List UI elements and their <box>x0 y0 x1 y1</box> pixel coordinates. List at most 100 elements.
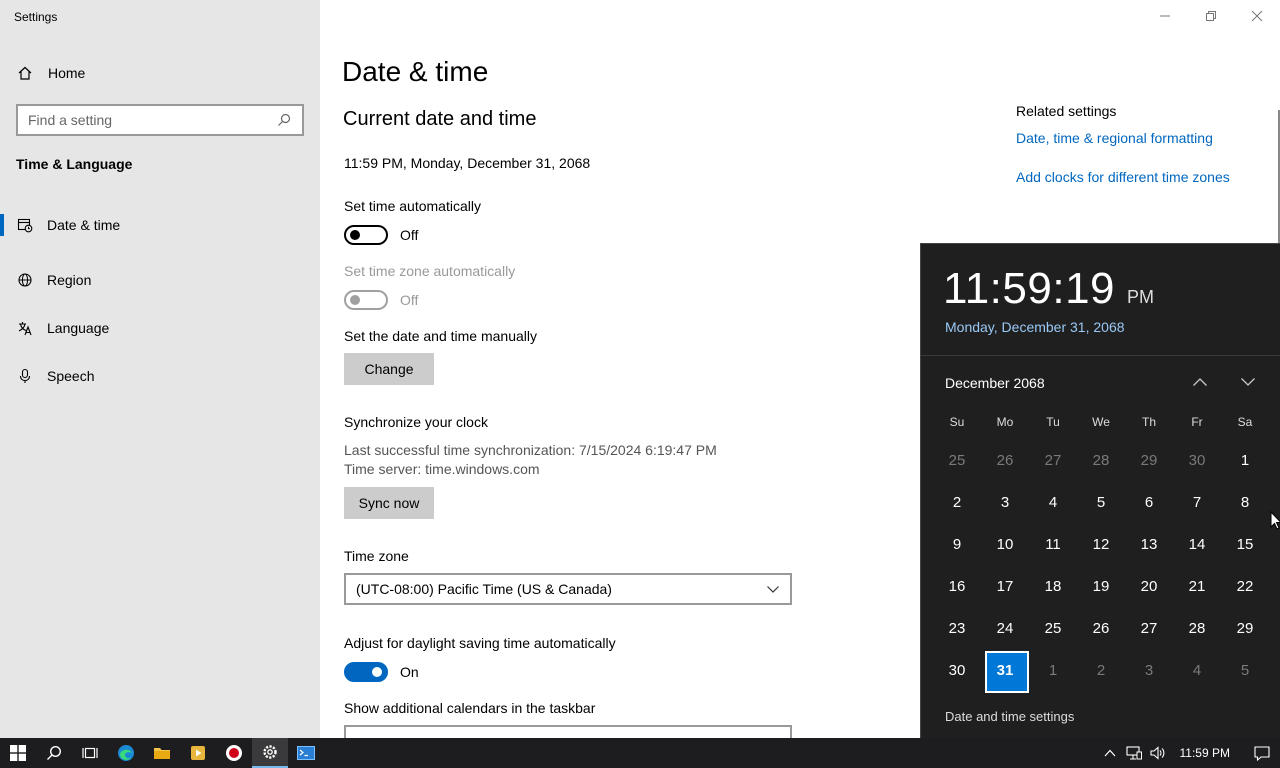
calendar-day[interactable]: 5 <box>1077 481 1125 523</box>
calendar-day[interactable]: 11 <box>1029 523 1077 565</box>
edge-app[interactable] <box>108 738 144 768</box>
prev-month-button[interactable] <box>1190 372 1210 392</box>
calendar-day[interactable]: 2 <box>1077 649 1125 691</box>
calendar-day[interactable]: 24 <box>981 607 1029 649</box>
calendar-day[interactable]: 22 <box>1221 565 1269 607</box>
settings-app[interactable] <box>252 738 288 768</box>
set-tz-auto-toggle[interactable] <box>344 290 388 310</box>
section-heading: Time & Language <box>16 156 133 172</box>
calendar-day[interactable]: 25 <box>1029 607 1077 649</box>
settings-sidebar: Settings Home Time & Language Date & tim… <box>0 0 320 738</box>
sidebar-item-date-time[interactable]: Date & time <box>0 208 320 242</box>
calendar-day[interactable]: 29 <box>1221 607 1269 649</box>
day-number: 28 <box>1092 451 1110 469</box>
section-title: Current date and time <box>343 108 537 130</box>
month-nav <box>1190 372 1258 392</box>
calendar-day[interactable]: 6 <box>1125 481 1173 523</box>
set-time-auto-toggle[interactable] <box>344 225 388 245</box>
minimize-button[interactable] <box>1142 0 1188 32</box>
media-app-icon <box>191 746 205 760</box>
calendar-day[interactable]: 1 <box>1029 649 1077 691</box>
calendar-day[interactable]: 20 <box>1125 565 1173 607</box>
calendar-day[interactable]: 16 <box>933 565 981 607</box>
day-number: 23 <box>948 619 966 637</box>
regional-formatting-link[interactable]: Date, time & regional formatting <box>1016 130 1213 146</box>
calendar-day[interactable]: 14 <box>1173 523 1221 565</box>
terminal-app[interactable] <box>288 738 324 768</box>
calendar-day[interactable]: 19 <box>1077 565 1125 607</box>
day-number: 21 <box>1188 577 1206 595</box>
calendar-day[interactable]: 12 <box>1077 523 1125 565</box>
close-button[interactable] <box>1234 0 1280 32</box>
calendar-day[interactable]: 18 <box>1029 565 1077 607</box>
calendars-dropdown[interactable] <box>344 725 792 738</box>
home-nav-item[interactable]: Home <box>16 62 85 84</box>
sidebar-item-speech[interactable]: Speech <box>0 352 320 400</box>
calendar-day[interactable]: 21 <box>1173 565 1221 607</box>
sidebar-item-region[interactable]: Region <box>0 256 320 304</box>
calendar-day[interactable]: 3 <box>981 481 1029 523</box>
calendar-day[interactable]: 28 <box>1077 439 1125 481</box>
calendar-day[interactable]: 1 <box>1221 439 1269 481</box>
search-icon[interactable] <box>276 112 292 128</box>
calendar-day[interactable]: 17 <box>981 565 1029 607</box>
calendar-day-selected[interactable]: 31 <box>981 649 1029 693</box>
sync-now-button[interactable]: Sync now <box>344 487 434 519</box>
search-input[interactable] <box>28 112 276 128</box>
calendar-day[interactable]: 7 <box>1173 481 1221 523</box>
start-button[interactable] <box>0 738 36 768</box>
calendar-day[interactable]: 29 <box>1125 439 1173 481</box>
weekday-header: Su Mo Tu We Th Fr Sa <box>933 415 1269 429</box>
calendar-flyout: 11:59:19 PM Monday, December 31, 2068 De… <box>920 243 1280 738</box>
calendar-day[interactable]: 9 <box>933 523 981 565</box>
date-time-settings-link[interactable]: Date and time settings <box>945 709 1074 724</box>
month-label[interactable]: December 2068 <box>945 375 1045 391</box>
calendar-day[interactable]: 30 <box>1173 439 1221 481</box>
calendar-day[interactable]: 28 <box>1173 607 1221 649</box>
calendar-day[interactable]: 26 <box>981 439 1029 481</box>
calendar-day[interactable]: 4 <box>1173 649 1221 691</box>
home-icon <box>16 64 34 82</box>
flyout-ampm: PM <box>1127 287 1155 307</box>
calendar-day[interactable]: 27 <box>1029 439 1077 481</box>
weekday-label: Su <box>949 415 965 429</box>
calendar-day[interactable]: 13 <box>1125 523 1173 565</box>
record-app[interactable] <box>216 738 252 768</box>
calendar-day[interactable]: 10 <box>981 523 1029 565</box>
weekday-label: Sa <box>1237 415 1253 429</box>
sidebar-item-language[interactable]: Language <box>0 304 320 352</box>
calendar-day[interactable]: 15 <box>1221 523 1269 565</box>
calendar-day[interactable]: 23 <box>933 607 981 649</box>
calendar-day[interactable]: 25 <box>933 439 981 481</box>
change-button[interactable]: Change <box>344 353 434 385</box>
calendar-day[interactable]: 27 <box>1125 607 1173 649</box>
restore-button[interactable] <box>1188 0 1234 32</box>
calendar-day[interactable]: 5 <box>1221 649 1269 691</box>
show-hidden-icons-button[interactable] <box>1098 738 1122 768</box>
calendar-day[interactable]: 4 <box>1029 481 1077 523</box>
action-center-button[interactable] <box>1244 738 1280 768</box>
media-app[interactable] <box>180 738 216 768</box>
task-view-button[interactable] <box>72 738 108 768</box>
weekday-label: Th <box>1141 415 1156 429</box>
dst-toggle[interactable] <box>344 662 388 682</box>
day-number: 20 <box>1140 577 1158 595</box>
flyout-date-link[interactable]: Monday, December 31, 2068 <box>945 319 1125 335</box>
calendar-day[interactable]: 8 <box>1221 481 1269 523</box>
calendar-day[interactable]: 26 <box>1077 607 1125 649</box>
file-explorer-app[interactable] <box>144 738 180 768</box>
add-clocks-link[interactable]: Add clocks for different time zones <box>1016 169 1230 185</box>
calendar-day[interactable]: 2 <box>933 481 981 523</box>
network-button[interactable] <box>1122 738 1146 768</box>
calendar-day[interactable]: 30 <box>933 649 981 691</box>
search-box[interactable] <box>16 104 304 136</box>
day-number: 12 <box>1092 535 1110 553</box>
taskbar-clock[interactable]: 11:59 PM <box>1170 746 1244 760</box>
taskbar-search-button[interactable] <box>36 738 72 768</box>
calendar-day[interactable]: 3 <box>1125 649 1173 691</box>
volume-button[interactable] <box>1146 738 1170 768</box>
next-month-button[interactable] <box>1238 372 1258 392</box>
day-number: 5 <box>1240 661 1250 679</box>
time-zone-dropdown[interactable]: (UTC-08:00) Pacific Time (US & Canada) <box>344 573 792 605</box>
language-icon <box>16 319 34 337</box>
